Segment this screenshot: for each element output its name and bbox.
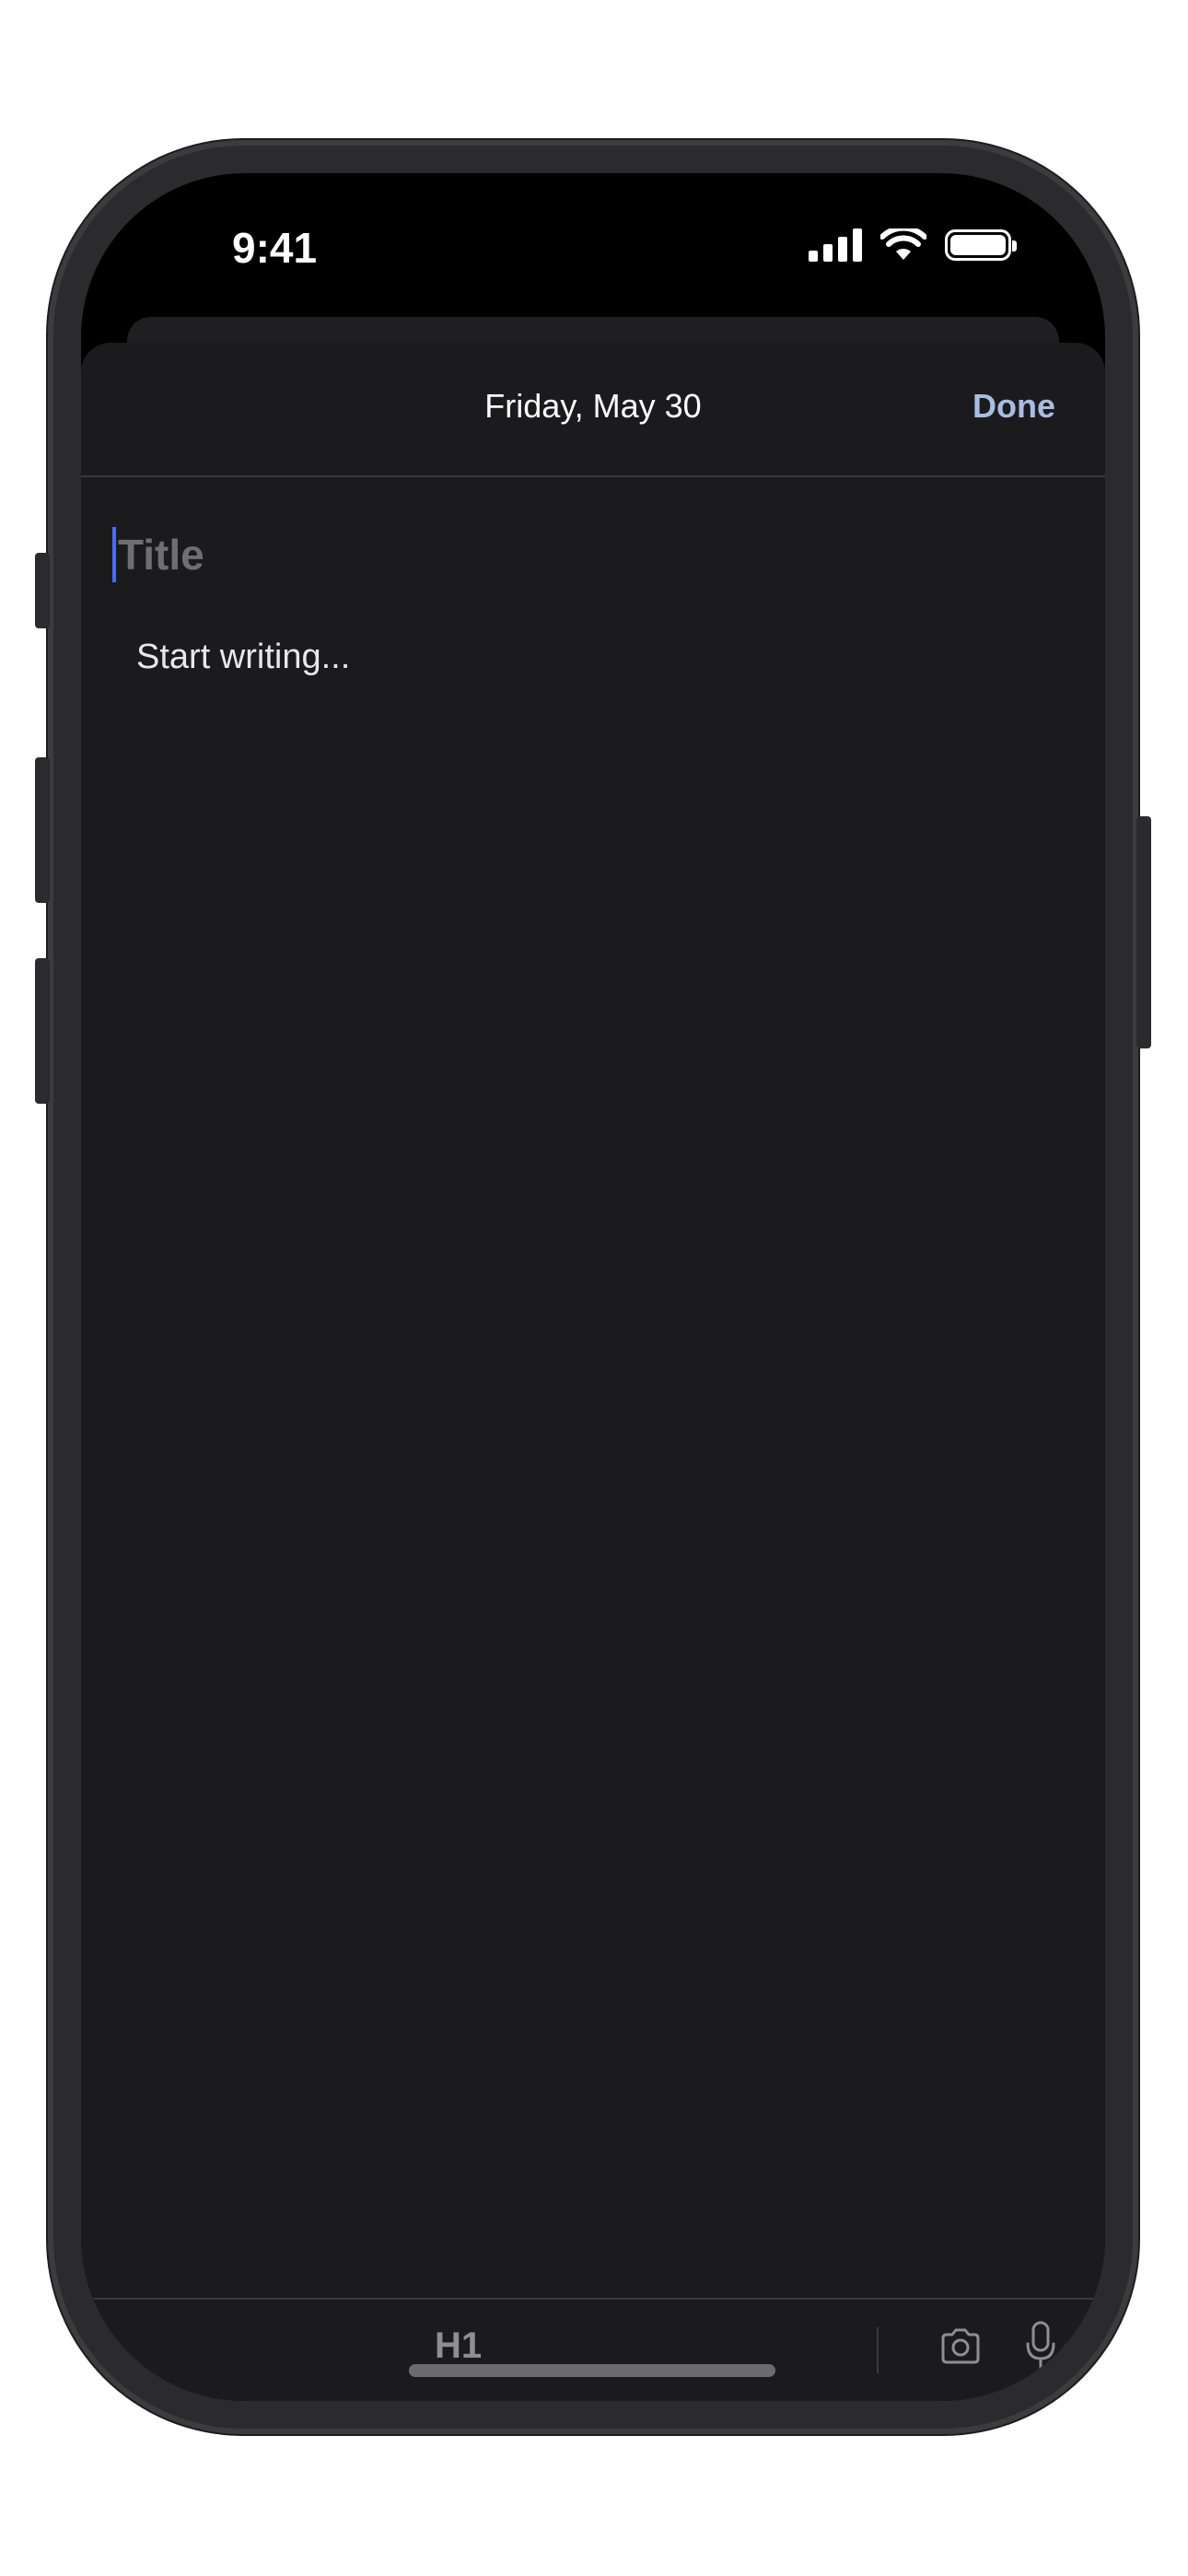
title-field[interactable]: Title: [112, 525, 204, 584]
title-placeholder: Title: [118, 531, 204, 579]
volume-down-button: [35, 958, 50, 1104]
new-note-sheet: Friday, May 30 Done Title Start writing.…: [81, 343, 1105, 2401]
done-button[interactable]: Done: [973, 387, 1055, 426]
microphone-icon[interactable]: [1024, 2320, 1057, 2373]
battery-icon: [945, 229, 1017, 261]
status-icons: [809, 228, 1017, 262]
camera-icon[interactable]: [938, 2324, 984, 2370]
text-cursor: [112, 527, 116, 582]
status-time: 9:41: [232, 224, 318, 272]
body-editor[interactable]: Start writing...: [136, 638, 350, 677]
screen: 9:41 Friday, May 30 Done Title Start wri…: [81, 173, 1105, 2401]
power-button: [1136, 816, 1151, 1048]
toolbar-divider: [877, 2327, 879, 2373]
heading-button[interactable]: H1: [435, 2325, 482, 2367]
home-indicator[interactable]: [409, 2364, 775, 2377]
sheet-header: Friday, May 30 Done: [81, 343, 1105, 477]
note-date: Friday, May 30: [484, 387, 702, 425]
editor-toolbar: H1: [90, 2298, 1096, 2401]
wifi-icon: [880, 228, 926, 260]
volume-up-button: [35, 757, 50, 903]
action-button: [35, 553, 50, 628]
cellular-signal-icon: [809, 228, 862, 262]
